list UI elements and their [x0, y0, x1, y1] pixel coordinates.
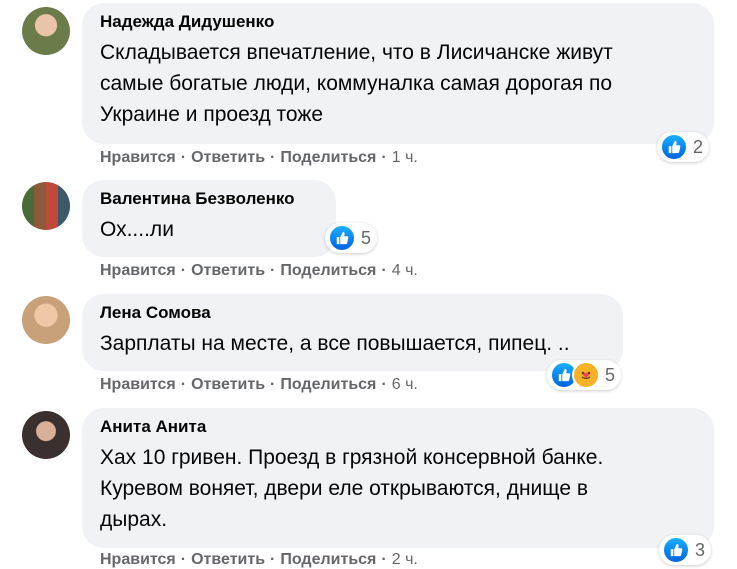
reaction-count: 2: [693, 136, 704, 157]
avatar[interactable]: [22, 182, 70, 230]
comment-text-line: Ох....ли: [100, 218, 174, 241]
comment-text-line: Украине и проезд тоже: [100, 103, 324, 126]
share-button[interactable]: Поделиться: [280, 551, 376, 568]
separator: ·: [180, 376, 187, 393]
separator: ·: [270, 262, 276, 279]
comment-author[interactable]: Анита Анита: [100, 416, 696, 438]
comment-text: Зарплаты на месте, а все повышается, пип…: [100, 328, 605, 359]
like-button[interactable]: Нравится: [100, 262, 176, 279]
separator: ·: [270, 149, 276, 166]
timestamp[interactable]: 1 ч.: [392, 149, 418, 166]
comment-text-line: Хах 10 гривен. Проезд в грязной консервн…: [100, 446, 604, 469]
comment-bubble: Надежда Дидушенко Складывается впечатлен…: [82, 3, 714, 144]
comment-text-line: самые богатые люди, коммуналка самая дор…: [100, 72, 613, 95]
share-button[interactable]: Поделиться: [280, 149, 376, 166]
comment-author[interactable]: Лена Сомова: [100, 302, 605, 324]
comment-text: Хах 10 гривен. Проезд в грязной консервн…: [100, 442, 696, 535]
reply-button[interactable]: Ответить: [191, 376, 265, 393]
share-button[interactable]: Поделиться: [280, 376, 376, 393]
comment-bubble: Лена Сомова Зарплаты на месте, а все пов…: [82, 294, 623, 371]
separator: ·: [381, 262, 387, 279]
separator: ·: [381, 551, 387, 568]
comment-actions: Нравится · Ответить · Поделиться · 4 ч.: [100, 262, 418, 280]
comment-bubble: Валентина Безволенко Ох....ли: [82, 180, 336, 257]
reply-button[interactable]: Ответить: [191, 149, 265, 166]
separator: ·: [381, 149, 387, 166]
like-button[interactable]: Нравится: [100, 551, 176, 568]
comment-actions: Нравится · Ответить · Поделиться · 6 ч.: [100, 376, 418, 394]
avatar[interactable]: [22, 296, 70, 344]
separator: ·: [381, 376, 387, 393]
separator: ·: [180, 262, 187, 279]
avatar[interactable]: [22, 7, 70, 55]
timestamp[interactable]: 4 ч.: [392, 262, 418, 279]
comment-text-line: Складывается впечатление, что в Лисичанс…: [100, 41, 613, 64]
separator: ·: [270, 551, 276, 568]
comment-text: Ох....ли: [100, 214, 318, 245]
comment-text-line: Зарплаты на месте, а все повышается, пип…: [100, 332, 570, 355]
separator: ·: [270, 376, 276, 393]
share-button[interactable]: Поделиться: [280, 262, 376, 279]
reply-button[interactable]: Ответить: [191, 551, 265, 568]
like-button[interactable]: Нравится: [100, 149, 176, 166]
comment-actions: Нравится · Ответить · Поделиться · 1 ч.: [100, 149, 418, 167]
care-icon: [572, 361, 600, 389]
comment-text: Складывается впечатление, что в Лисичанс…: [100, 37, 696, 130]
reaction-count: 5: [361, 227, 372, 248]
comment-author[interactable]: Надежда Дидушенко: [100, 11, 696, 33]
reaction-summary[interactable]: 2: [657, 132, 710, 162]
timestamp[interactable]: 2 ч.: [392, 551, 418, 568]
comment-bubble: Анита Анита Хах 10 гривен. Проезд в гряз…: [82, 408, 714, 548]
like-icon: [328, 224, 356, 252]
reaction-summary[interactable]: 5: [547, 360, 622, 390]
reaction-summary[interactable]: 3: [659, 535, 712, 565]
timestamp[interactable]: 6 ч.: [392, 376, 418, 393]
reaction-count: 3: [695, 539, 706, 560]
like-icon: [662, 536, 690, 564]
like-icon: [660, 133, 688, 161]
comment-author[interactable]: Валентина Безволенко: [100, 188, 318, 210]
comment-actions: Нравится · Ответить · Поделиться · 2 ч.: [100, 551, 418, 569]
reaction-summary[interactable]: 5: [325, 223, 378, 253]
reply-button[interactable]: Ответить: [191, 262, 265, 279]
separator: ·: [180, 149, 187, 166]
separator: ·: [180, 551, 187, 568]
reaction-count: 5: [605, 364, 616, 385]
comment-text-line: дырах.: [100, 508, 168, 531]
comment-text-line: Куревом воняет, двери еле открываются, д…: [100, 477, 588, 500]
avatar[interactable]: [22, 411, 70, 459]
like-button[interactable]: Нравится: [100, 376, 176, 393]
